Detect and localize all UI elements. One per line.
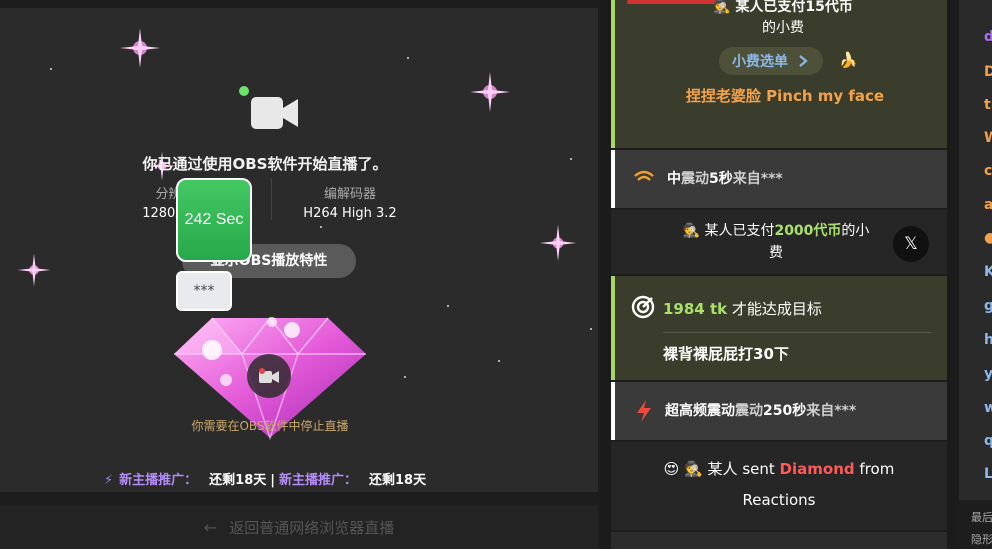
stream-preview: 你已通过使用OBS软件开始直播了。 分辨率 1280x720 编解码器 H264… <box>0 8 598 492</box>
vibration-text: 中震动5秒来自*** <box>667 168 783 188</box>
codec-label: 编解码器 <box>323 187 376 202</box>
goal-event: 1984 tk 才能达成目标 裸背裸屁屁打30下 <box>611 276 947 380</box>
event-feed: 🕵 某人已支付15代币 的小费 小费选单 🍌 捏捏老婆脸 Pinch my fa… <box>611 0 947 549</box>
reaction-from: from <box>859 460 895 478</box>
goal-label: 才能达成目标 <box>731 300 822 318</box>
chat-user[interactable]: q <box>984 433 992 449</box>
promo-value-2: 还剩18天 <box>369 473 427 488</box>
broadcast-panel: 你已通过使用OBS软件开始直播了。 分辨率 1280x720 编解码器 H264… <box>0 0 600 549</box>
lightning-icon: ⚡ <box>104 473 114 488</box>
chat-footer-text: 隐形 <box>971 533 992 546</box>
chat-user[interactable]: tr <box>984 97 992 113</box>
chat-user[interactable]: K <box>984 264 992 280</box>
tip-menu-label: 小费选单 <box>732 54 788 70</box>
chat-user[interactable]: g <box>984 298 992 314</box>
reaction-user: 🕵 某人 <box>684 460 738 478</box>
star-dot <box>590 328 592 330</box>
vibration-duration: 5秒 <box>709 171 733 187</box>
chat-footer-text: 最后 <box>971 511 992 524</box>
goal-divider <box>663 332 931 333</box>
vibration-event: 中震动5秒来自*** <box>611 150 947 208</box>
new-host-promotion: ⚡ 新主播推广： 还剩18天 | 新主播推广： 还剩18天 <box>104 469 426 488</box>
vibration-label: 震动 <box>681 171 709 187</box>
star-dot <box>50 68 52 70</box>
sparkle-icon <box>120 28 160 68</box>
record-camera-icon <box>259 368 279 383</box>
star-dot <box>320 226 322 228</box>
chat-user[interactable]: d <box>984 29 992 45</box>
banana-icon: 🍌 <box>839 51 858 69</box>
vibration-from: 来自*** <box>806 403 857 419</box>
masked-user-badge: *** <box>176 271 232 311</box>
x-share-button[interactable]: 𝕏 <box>893 226 929 262</box>
sparkle-icon <box>539 224 577 262</box>
target-icon <box>631 295 655 319</box>
sparkle-icon <box>470 72 510 112</box>
chat-user[interactable]: w <box>984 400 992 416</box>
tip-event-text: 🕵 某人已支付15代币 <box>713 0 853 15</box>
obs-notice-text: 你已通过使用OBS软件开始直播了。 <box>142 155 388 173</box>
star-dot <box>404 376 406 378</box>
tip-event-text: 🕵 某人已支付2000代币的小费 <box>681 220 871 264</box>
online-status-dot <box>239 86 249 96</box>
chevron-right-icon <box>799 55 808 67</box>
info-divider <box>271 178 272 220</box>
promo-value: 还剩18天 <box>209 473 267 488</box>
vibration-event: 超高频震动震动250秒来自*** <box>611 382 947 440</box>
tip-menu-item: 捏捏老婆脸 Pinch my face <box>685 87 885 105</box>
chat-avatar-icon: ● <box>984 230 992 246</box>
vibration-duration: 250秒 <box>763 403 807 419</box>
video-camera-icon <box>251 97 298 129</box>
goal-number: 1984 tk <box>663 300 728 318</box>
chat-user[interactable]: y <box>984 366 992 382</box>
reaction-event: 😍 🕵 某人 sent Diamond from Reactions <box>611 442 947 530</box>
promo-separator: | <box>270 473 275 488</box>
stop-stream-hint: 你需要在OBS软件中停止直播 <box>191 419 349 433</box>
chat-user[interactable]: W <box>984 130 992 146</box>
chat-user[interactable]: h <box>984 332 992 348</box>
codec-info: 编解码器 H264 High 3.2 <box>280 183 420 221</box>
tip-event-suffix: 的小费 <box>762 20 804 36</box>
tip-amount: 2000代币 <box>774 223 842 239</box>
chat-list: d D tr W c a ● K g h y w q L <box>959 0 992 500</box>
tip-event: 🕵 某人已支付2000代币的小费 𝕏 <box>611 210 947 274</box>
tip-menu-event: 🕵 某人已支付15代币 的小费 小费选单 🍌 捏捏老婆脸 Pinch my fa… <box>611 0 947 148</box>
codec-value: H264 High 3.2 <box>303 206 397 221</box>
chat-panel: d D tr W c a ● K g h y w q L 最后 隐形 <box>959 0 992 549</box>
timer-badge: 242 Sec <box>176 178 252 262</box>
chat-user[interactable]: c <box>984 163 992 179</box>
lightning-icon <box>637 400 651 422</box>
back-to-browser-stream-link[interactable]: ← 返回普通网络浏览器直播 <box>0 505 598 549</box>
sparkle-icon <box>17 253 51 287</box>
star-dot <box>498 360 500 362</box>
arrow-left-icon: ← <box>203 517 218 537</box>
star-dot <box>570 158 572 160</box>
feed-next-item <box>611 532 947 549</box>
record-button[interactable] <box>247 354 291 398</box>
vibration-strength: 超高频震动 <box>665 403 735 419</box>
goal-text: 1984 tk 才能达成目标 <box>663 298 822 319</box>
reaction-text: 😍 🕵 某人 sent Diamond from Reactions <box>641 454 917 516</box>
vibration-label: 震动 <box>735 403 763 419</box>
promo-label-2: 新主播推广： <box>279 473 358 488</box>
star-dot <box>447 305 449 307</box>
star-dot <box>407 57 409 59</box>
goal-description: 裸背裸屁屁打30下 <box>663 345 789 363</box>
chat-user[interactable]: L <box>984 466 992 482</box>
tip-prefix: 🕵 某人已支付 <box>682 223 775 239</box>
promo-label: 新主播推广： <box>119 473 198 488</box>
vibration-text: 超高频震动震动250秒来自*** <box>665 400 856 420</box>
chat-user[interactable]: D <box>984 64 992 80</box>
reaction-gift: Diamond <box>779 460 855 478</box>
reaction-sent: sent <box>742 460 775 478</box>
vibration-strength: 中 <box>667 171 681 187</box>
reaction-source: Reactions <box>742 491 816 509</box>
chat-user[interactable]: a <box>984 197 992 213</box>
vibration-from: 来自*** <box>732 171 783 187</box>
wifi-signal-icon <box>634 170 654 181</box>
heart-eyes-icon: 😍 <box>663 460 680 478</box>
tip-menu-button[interactable]: 小费选单 <box>719 47 823 75</box>
back-link-label: 返回普通网络浏览器直播 <box>229 518 395 537</box>
